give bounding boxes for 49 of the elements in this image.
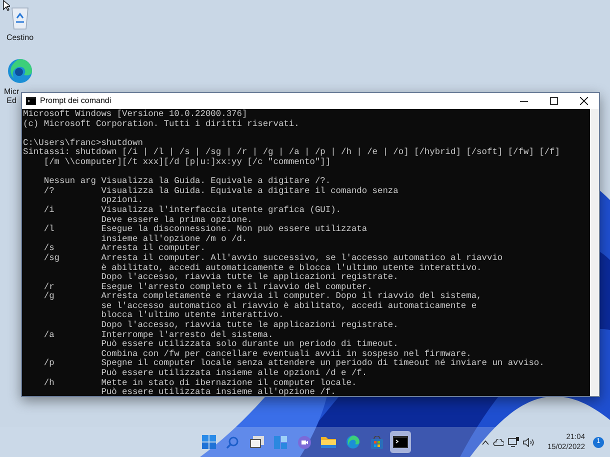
- console-line: Microsoft Windows [Versione 10.0.22000.376]: [23, 110, 248, 120]
- console-line: /sg Arresta il computer. All'avvio successivo, se l'accesso automatico al riavvio: [42, 254, 504, 264]
- terminal-icon: [26, 97, 36, 105]
- cloud-icon[interactable]: [493, 438, 504, 446]
- network-icon[interactable]: [508, 437, 520, 447]
- close-icon: [580, 97, 588, 105]
- folder-icon: [321, 436, 336, 448]
- widgets-icon: [274, 436, 287, 448]
- window-title: Prompt dei comandi: [40, 95, 112, 107]
- console-line: /p Spegne il computer locale senza attendere un periodo di timeout né inviare un avviso.: [42, 359, 546, 368]
- console-line: /r Esegue l'arresto completo e il riavvio del computer.: [42, 282, 374, 292]
- console-line: /a Interrompe l'arresto del sistema.: [42, 330, 274, 340]
- edge-icon[interactable]: [7, 58, 33, 84]
- mouse-pointer-icon: [3, 0, 10, 11]
- speaker-icon[interactable]: [523, 438, 536, 446]
- console-line: /i Visualizza l'interfaccia utente grafica (GUI).: [42, 206, 342, 216]
- console-line: /h Mette in stato di ibernazione il computer locale.: [42, 378, 358, 388]
- search-icon: [226, 436, 239, 448]
- console-line: Combina con /fw per cancellare eventuali avvii in sospeso nel firmware.: [100, 350, 472, 359]
- console-line: /? Visualizza la Guida. Equivale a digitare il comando senza: [42, 186, 400, 196]
- console-line: Dopo l'accesso, riavvia tutte le applicazioni registrate.: [100, 273, 400, 282]
- console-line: Deve essere la prima opzione.: [100, 216, 254, 225]
- console-line: C:\Users\franc>shutdown: [23, 138, 144, 148]
- console-line: Può essere utilizzata solo durante un periodo di timeout.: [100, 340, 400, 350]
- icon-label: Micr Ed: [3, 87, 20, 105]
- browser-logo-icon: [346, 435, 360, 449]
- stacked-windows-icon: [250, 436, 264, 448]
- console-line: /g Arresta completamente e riavvia il computer. Dopo il riavvio del sistema,: [42, 292, 483, 302]
- console-line: Dopo l'accesso, riavvia tutte le applicazioni registrate.: [100, 321, 400, 330]
- console-line: /l Esegue la disconnessione. Non può essere utilizzata: [42, 225, 368, 234]
- console-line: Può essere utilizzata insieme alle opzioni /d e /f.: [100, 369, 368, 378]
- console-line: è abilitato, accedi automaticamente e blocca l'ultimo utente interattivo.: [100, 264, 483, 272]
- windows-logo-icon: [202, 435, 216, 449]
- console-line: Può essere utilizzata insieme all'opzione /f.: [100, 388, 337, 396]
- console-line: Nessun arg Visualizza la Guida. Equivale a digitare /?.: [42, 177, 332, 186]
- console-line: /s Arresta il computer.: [42, 244, 206, 254]
- console-line: Sintassi: shutdown [/i | /l | /s | /sg | /r | /g | /a | /p | /h | /e | /o] [/hybrid] [/soft] [/fw] [/f]: [23, 148, 561, 158]
- terminal-icon: [393, 436, 408, 448]
- console-line: blocca l'ultimo utente interattivo.: [100, 311, 285, 320]
- terminal-button[interactable]: [390, 431, 411, 453]
- console-line: (c) Microsoft Corporation. Tutti i diritti riservati.: [23, 120, 300, 130]
- maximize-icon: [550, 97, 558, 105]
- console-line: opzioni.: [100, 196, 144, 206]
- icon-label: Cestino: [6, 33, 34, 42]
- console-line: [/m \\computer][/t xxx][/d [p|u:]xx:yy [/c "commento"]]: [42, 158, 332, 168]
- console-line: se l'accesso automatico al riavvio è abilitato, accedi automaticamente e: [100, 302, 478, 311]
- chevron-up-icon[interactable]: [482, 440, 490, 444]
- video-camera-icon: [298, 436, 311, 448]
- console-line: insieme all'opzione /m o /d.: [100, 234, 248, 244]
